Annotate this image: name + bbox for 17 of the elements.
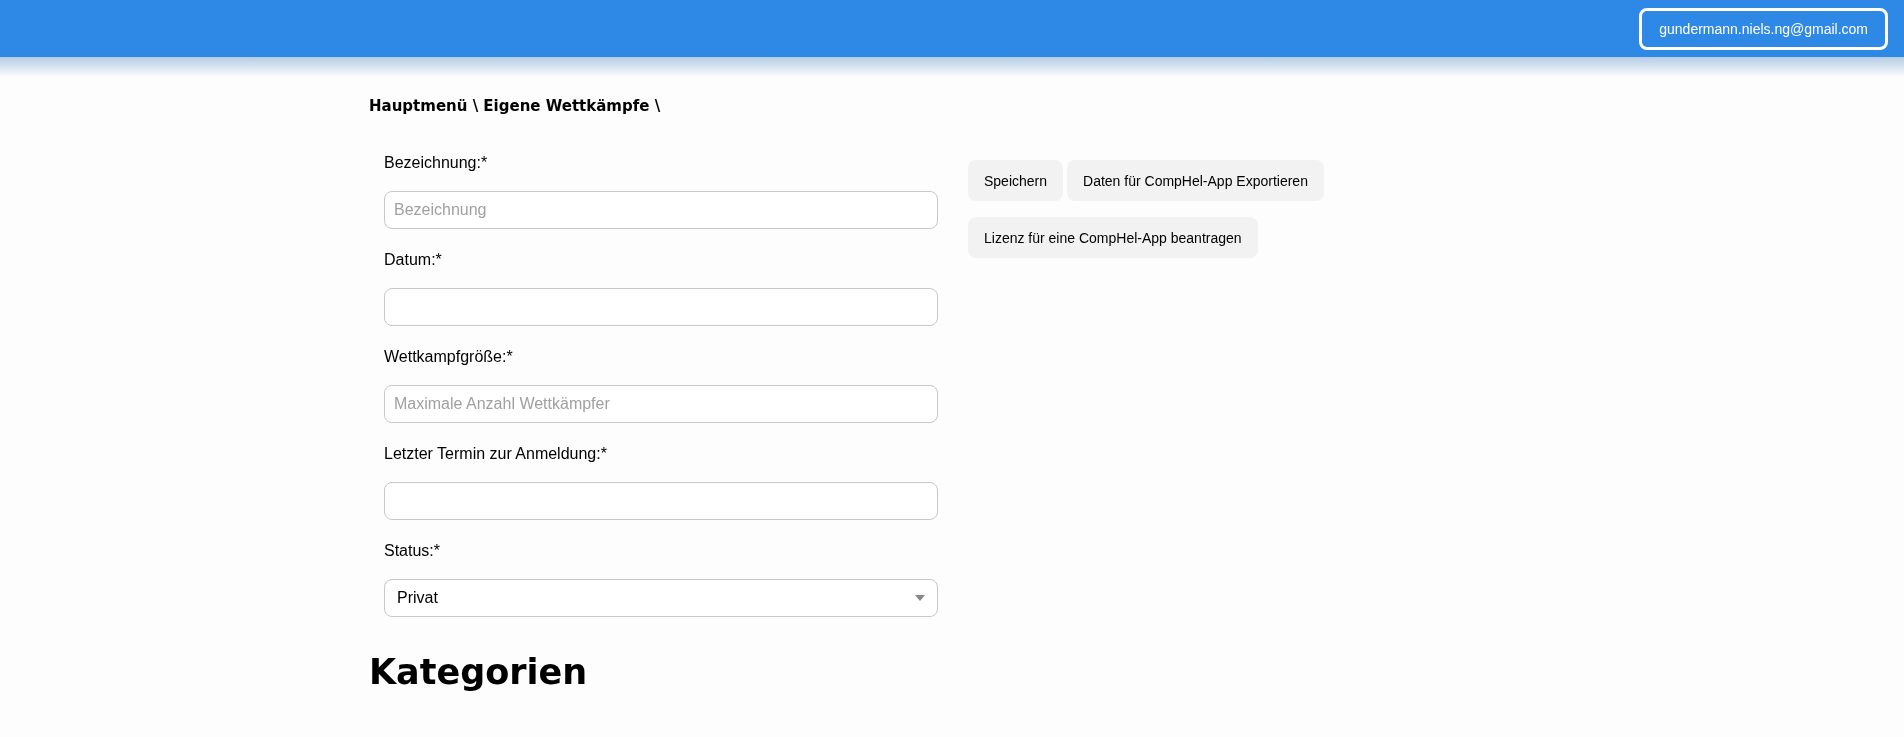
field-label: Wettkampfgröße:* xyxy=(384,347,514,367)
action-button[interactable]: Lizenz für eine CompHel-App beantragen xyxy=(968,217,1258,258)
field-label: Letzter Termin zur Anmeldung:* xyxy=(384,444,608,464)
action-button[interactable]: Daten für CompHel-App Exportieren xyxy=(1067,160,1324,201)
user-account-button[interactable]: gundermann.niels.ng@gmail.com xyxy=(1639,7,1888,50)
input-field[interactable]: Bezeichnung xyxy=(384,191,938,229)
input-field[interactable] xyxy=(384,288,938,326)
caret-icon xyxy=(915,595,925,601)
field-label: Bezeichnung:* xyxy=(384,153,489,173)
field-label: Datum:* xyxy=(384,250,443,270)
section-heading: Kategorien xyxy=(369,652,589,692)
input-field[interactable] xyxy=(384,482,938,520)
input-field[interactable]: Maximale Anzahl Wettkämpfer xyxy=(384,385,938,423)
breadcrumb: Hauptmenü \ Eigene Wettkämpfe \ xyxy=(369,97,662,115)
action-button[interactable]: Speichern xyxy=(968,160,1064,201)
field-label: Status:* xyxy=(384,541,442,561)
status-dropdown[interactable]: Privat xyxy=(384,579,938,617)
